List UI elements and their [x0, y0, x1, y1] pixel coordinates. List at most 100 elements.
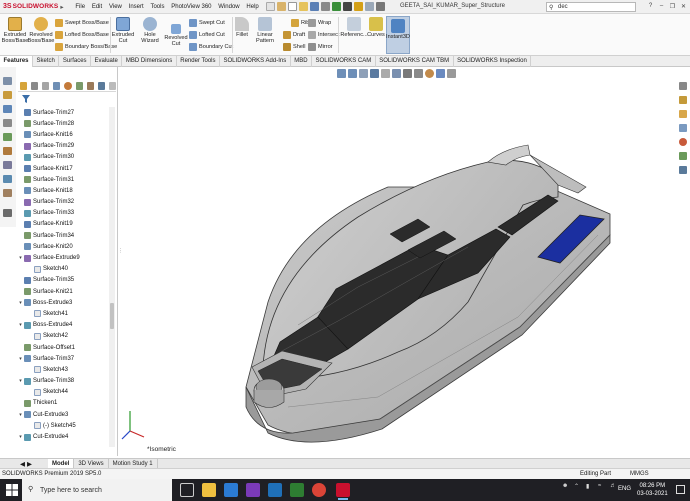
revolved-boss-button[interactable]: Revolved Boss/Base [28, 17, 54, 45]
tree-scrollbar-thumb[interactable] [110, 303, 114, 329]
tab-surfaces[interactable]: Surfaces [59, 56, 92, 67]
rib-button[interactable]: Rib [291, 19, 309, 27]
expand-arrow-icon[interactable]: ▾ [18, 378, 23, 384]
zoom-to-fit-icon[interactable] [337, 69, 346, 78]
expand-arrow-icon[interactable]: ▾ [18, 434, 23, 440]
tree-item[interactable]: ▾ Boss-Extrude4 [18, 320, 110, 331]
undo-icon[interactable] [332, 2, 342, 11]
tree-item[interactable]: Thicken1 [18, 398, 110, 409]
lofted-boss-button[interactable]: Lofted Boss/Base [55, 31, 109, 39]
tab-cam-tbm[interactable]: SOLIDWORKS CAM TBM [376, 56, 454, 67]
close-button[interactable]: ✕ [679, 1, 688, 11]
next-tab-arrow-icon[interactable]: ▶ [27, 460, 32, 468]
tab-3d-views[interactable]: 3D Views [74, 458, 109, 469]
tree-item[interactable]: ▾ Surface-Extrude9 [18, 252, 110, 263]
dimxpert-tab-icon[interactable] [53, 81, 61, 90]
tab-render-tools[interactable]: Render Tools [177, 56, 221, 67]
display-style-icon[interactable] [3, 133, 12, 141]
help-icon[interactable]: ? [646, 1, 655, 11]
file-explorer-icon[interactable] [679, 110, 687, 118]
menu-window[interactable]: Window [215, 4, 243, 10]
rebuild-icon[interactable] [354, 2, 364, 11]
forum-icon[interactable] [679, 166, 687, 174]
chevron-right-icon[interactable]: ▸ [60, 3, 63, 11]
solidworks-resources-icon[interactable] [679, 82, 687, 90]
expand-arrow-icon[interactable]: ▾ [18, 322, 23, 328]
tab-mbd[interactable]: MBD [291, 56, 313, 67]
home-icon[interactable] [277, 2, 287, 11]
tab-evaluate[interactable]: Evaluate [91, 56, 123, 67]
linear-pattern-button[interactable]: Linear Pattern [250, 17, 280, 45]
windows-start-icon[interactable] [6, 484, 18, 496]
menu-file[interactable]: File [72, 4, 88, 10]
view-orientation-icon[interactable] [3, 105, 12, 113]
file-explorer-icon[interactable] [202, 483, 216, 497]
measure-icon[interactable] [3, 175, 12, 183]
tree-item[interactable]: ▾ Surface-Trim37 [18, 353, 110, 364]
people-icon[interactable]: ☻ [562, 483, 570, 491]
tree-item[interactable]: Surface-Trim28 [18, 118, 110, 129]
tree-item[interactable]: ▾ Boss-Extrude3 [18, 297, 110, 308]
edge-browser-icon[interactable] [224, 483, 238, 497]
tree-item[interactable]: Surface-Trim33 [18, 208, 110, 219]
scene-icon[interactable] [3, 161, 12, 169]
print-icon[interactable] [321, 2, 331, 11]
menu-help[interactable]: Help [243, 4, 262, 10]
tree-item[interactable]: Surface-Knit17 [18, 163, 110, 174]
solidworks-logo[interactable]: 3S SOLIDWORKS ▸ [0, 0, 72, 14]
panel-splitter-handle[interactable]: ⋮ [118, 248, 123, 262]
property-manager-tab-icon[interactable] [31, 81, 39, 90]
tab-model[interactable]: Model [48, 458, 75, 469]
wifi-icon[interactable]: ≈ [598, 483, 606, 491]
new-document-icon[interactable] [288, 2, 298, 11]
search-input[interactable]: ⚲ dec [546, 2, 636, 12]
tab-sketch[interactable]: Sketch [33, 56, 60, 67]
tab-addins[interactable]: SOLIDWORKS Add-Ins [220, 56, 291, 67]
tree-item[interactable]: Sketch42 [18, 331, 110, 342]
boundary-cut-button[interactable]: Boundary Cut [189, 43, 233, 51]
solidworks-taskbar-icon[interactable] [336, 483, 350, 500]
tree-item[interactable]: Surface-Knit18 [18, 185, 110, 196]
tab-features[interactable]: Features [0, 56, 34, 67]
tree-item[interactable]: Surface-Knit19 [18, 219, 110, 230]
lofted-cut-button[interactable]: Lofted Cut [189, 31, 225, 39]
feature-manager-tab-icon[interactable] [20, 81, 28, 90]
hide-show-items-icon[interactable] [414, 69, 423, 78]
display-style-icon[interactable] [403, 69, 412, 78]
tree-item[interactable]: Sketch44 [18, 387, 110, 398]
hole-wizard-button[interactable]: Hole Wizard [135, 17, 165, 45]
cam-operation-tab-icon[interactable] [86, 81, 94, 90]
tab-motion-study[interactable]: Motion Study 1 [109, 458, 158, 469]
task-view-icon[interactable] [180, 483, 194, 497]
mass-properties-icon[interactable] [3, 189, 12, 197]
tree-item[interactable]: Surface-Trim34 [18, 230, 110, 241]
system-clock[interactable]: 08:26 PM 03-03-2021 [637, 482, 668, 498]
previous-view-icon[interactable] [359, 69, 368, 78]
menu-edit[interactable]: Edit [88, 4, 105, 10]
tab-cam[interactable]: SOLIDWORKS CAM [312, 56, 376, 67]
shell-button[interactable]: Shell [283, 43, 305, 51]
menu-view[interactable]: View [106, 4, 126, 10]
tree-item[interactable]: Surface-Offset1 [18, 342, 110, 353]
filter-icon[interactable] [22, 95, 30, 103]
unit-system[interactable]: MMGS [630, 471, 649, 477]
expand-arrow-icon[interactable]: ▾ [18, 255, 23, 261]
restore-button[interactable]: ❐ [668, 1, 677, 11]
chrome-icon[interactable] [312, 483, 326, 497]
tree-item[interactable]: (-) Sketch45 [18, 420, 110, 431]
expand-arrow-icon[interactable]: ▾ [18, 300, 23, 306]
first-tab-arrow-icon[interactable]: ◀ [20, 460, 25, 468]
input-language[interactable]: ENG [618, 486, 631, 492]
tab-mbd-dimensions[interactable]: MBD Dimensions [122, 56, 177, 67]
revolved-cut-button[interactable]: Revolved Cut [164, 24, 188, 48]
zoom-area-icon[interactable] [348, 69, 357, 78]
tree-item[interactable]: Surface-Trim29 [18, 141, 110, 152]
appearances-icon[interactable] [679, 138, 687, 146]
fillet-button[interactable]: Fillet [234, 17, 250, 38]
tree-item[interactable]: Sketch41 [18, 308, 110, 319]
tree-item[interactable]: Surface-Trim32 [18, 197, 110, 208]
store-icon[interactable] [290, 483, 304, 497]
tree-item[interactable]: Surface-Trim31 [18, 174, 110, 185]
select-arrow-icon[interactable] [343, 2, 353, 11]
swept-boss-button[interactable]: Swept Boss/Base [55, 19, 109, 27]
